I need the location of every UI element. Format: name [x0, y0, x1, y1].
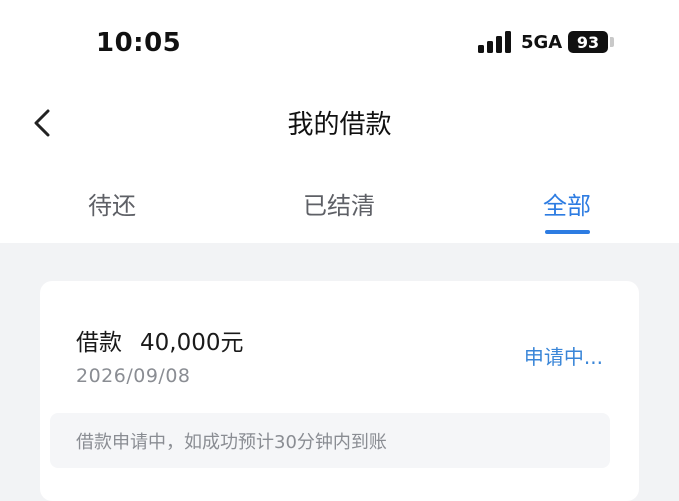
active-tab-indicator — [545, 230, 590, 234]
loan-date: 2026/09/08 — [76, 365, 191, 387]
tab-pending[interactable]: 待还 — [88, 186, 136, 221]
network-type: 5GA — [521, 32, 563, 53]
signal-icon — [478, 31, 511, 53]
battery-level: 93 — [576, 32, 600, 52]
loan-notice-text: 借款申请中，如成功预计30分钟内到账 — [76, 432, 387, 453]
page-title: 我的借款 — [287, 110, 392, 140]
status-time: 10:05 — [96, 28, 182, 58]
tab-all[interactable]: 全部 — [543, 186, 591, 221]
loan-card[interactable]: 借款 40,000元 2026/09/08 申请中... 借款申请中，如成功预计… — [40, 281, 639, 501]
loan-label: 借款 — [76, 330, 122, 356]
battery-tip — [610, 37, 614, 47]
battery-icon: 93 — [568, 31, 608, 53]
tab-settled[interactable]: 已结清 — [303, 186, 375, 221]
top-panel: 10:05 5GA 93 我的借款 待还 已结清 全部 — [0, 0, 679, 243]
loan-amount: 40,000元 — [140, 330, 244, 356]
loan-notice-box: 借款申请中，如成功预计30分钟内到账 — [50, 413, 610, 468]
loan-status[interactable]: 申请中... — [524, 341, 603, 370]
